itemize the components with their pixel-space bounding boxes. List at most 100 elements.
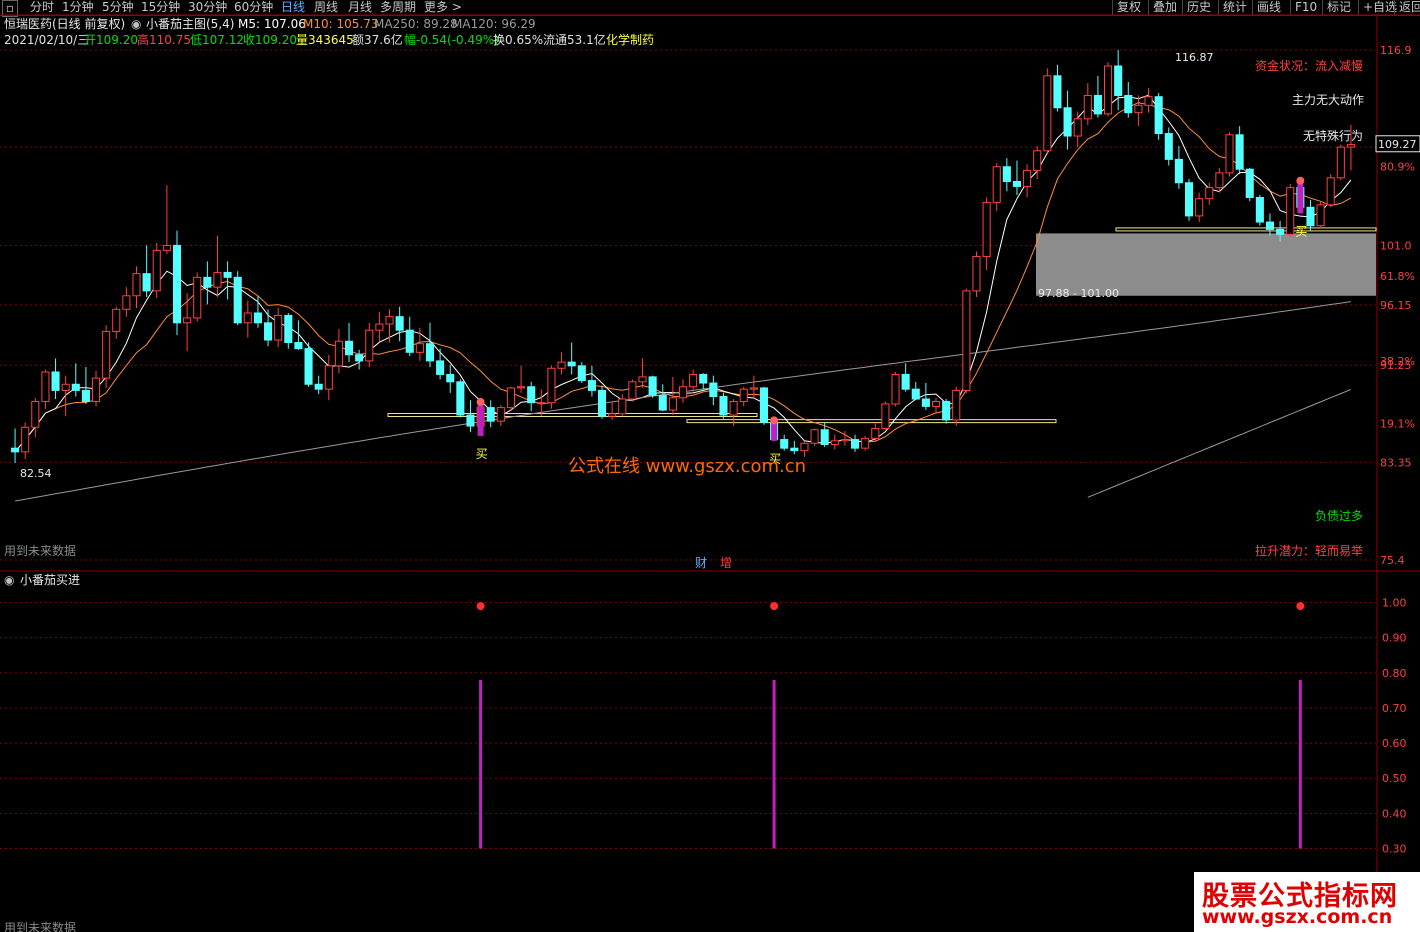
candle-body xyxy=(142,273,151,292)
candle-body xyxy=(1316,204,1325,227)
candle-body xyxy=(456,381,465,416)
candle-body xyxy=(243,312,252,324)
candle-body xyxy=(91,377,101,402)
candle-body xyxy=(881,403,890,430)
candle-body xyxy=(1154,96,1163,135)
candle-body xyxy=(1104,65,1113,115)
candle-body xyxy=(1012,180,1022,187)
sub-panel-title: 小番茄买进 xyxy=(20,573,81,587)
pct-label: 38.2% xyxy=(1380,355,1415,368)
candle-body xyxy=(790,447,799,452)
y-tick-label: 75.4 xyxy=(1380,554,1405,567)
candle-body xyxy=(1002,166,1011,182)
low-price-label: 82.54 xyxy=(20,467,52,480)
candle-body xyxy=(668,397,677,411)
candle-body xyxy=(780,439,789,449)
candle-body xyxy=(274,314,283,341)
candle-body xyxy=(102,330,111,379)
candle-body xyxy=(527,386,536,404)
support-line xyxy=(1115,227,1377,232)
candle-body xyxy=(1053,75,1062,109)
candle-body xyxy=(851,439,860,449)
candle-body xyxy=(41,371,50,402)
candle-body xyxy=(699,373,708,384)
buy-signal-flower xyxy=(476,397,485,406)
candle-body xyxy=(517,386,526,389)
candle-body xyxy=(385,316,394,325)
candle-body xyxy=(1336,146,1345,179)
sub-y-tick-label: 0.60 xyxy=(1382,737,1407,750)
kline-chart[interactable]: 116.9109.0101.096.1591.2583.3575.480.9%6… xyxy=(0,0,1420,932)
candle-body xyxy=(820,429,829,445)
candle-body xyxy=(962,290,971,391)
candle-body xyxy=(729,400,738,416)
candle-body xyxy=(658,394,667,411)
candle-body xyxy=(557,361,566,369)
ma250-line xyxy=(1087,388,1352,498)
candle-body xyxy=(203,276,212,288)
candle-body xyxy=(1326,177,1335,206)
buy-label: 买 xyxy=(476,447,488,461)
candle-body xyxy=(597,389,607,417)
candle-body xyxy=(253,312,262,324)
pct-label: 19.1% xyxy=(1380,418,1415,431)
candle-body xyxy=(982,201,991,257)
candle-body xyxy=(749,387,758,390)
logo-url: www.gszx.com.cn xyxy=(1202,906,1393,928)
sub-signal-icon xyxy=(770,602,779,611)
buy-signal-flower xyxy=(1296,176,1305,185)
candle-body xyxy=(172,244,182,324)
candle-body xyxy=(800,442,809,452)
candle-body xyxy=(1124,94,1133,114)
sub-signal-icon xyxy=(476,602,485,611)
candle-body xyxy=(112,308,121,332)
pct-label: 80.9% xyxy=(1380,161,1415,174)
candle-body xyxy=(1225,134,1234,174)
candle-body xyxy=(537,402,546,405)
candle-body xyxy=(921,398,930,407)
candle-body xyxy=(395,316,404,331)
candle-body xyxy=(1174,158,1183,184)
zeng-marker: 增 xyxy=(720,556,732,570)
candle-body xyxy=(446,373,455,383)
candle-body xyxy=(1063,107,1072,137)
capital-status: 资金状况：流入减慢 xyxy=(1255,58,1363,73)
sub-collapse-icon[interactable]: ◉ xyxy=(4,572,14,588)
future-data-note-sub: 用到未来数据 xyxy=(4,920,76,932)
behavior-status: 无特殊行为 xyxy=(1303,128,1363,143)
cai-marker: 财 xyxy=(695,556,707,570)
y-tick-label: 116.9 xyxy=(1380,44,1412,57)
candle-body xyxy=(365,329,374,362)
main-force-status: 主力无大动作 xyxy=(1292,93,1364,107)
candle-body xyxy=(1043,75,1052,152)
candle-body xyxy=(577,365,586,382)
candle-body xyxy=(952,389,961,421)
candle-body xyxy=(183,317,192,324)
candle-body xyxy=(1134,104,1143,114)
candle-body xyxy=(810,429,819,444)
candle-body xyxy=(587,380,596,391)
candle-body xyxy=(314,383,323,390)
candle-body xyxy=(1306,206,1315,227)
candle-body xyxy=(233,276,242,324)
candle-body xyxy=(1255,196,1264,223)
candle-body xyxy=(1164,133,1173,160)
candle-body xyxy=(840,439,849,442)
price-tag: 109.27 xyxy=(1378,138,1417,151)
candle-body xyxy=(1144,96,1153,106)
buy-signal-bar xyxy=(771,422,778,441)
candle-body xyxy=(830,440,839,445)
candle-body xyxy=(739,388,748,402)
candle-body xyxy=(547,367,556,404)
potential-status: 拉升潜力：轻而易举 xyxy=(1255,543,1363,558)
candle-body xyxy=(375,323,384,331)
candle-body xyxy=(324,365,333,390)
candle-body xyxy=(51,371,60,391)
candle-body xyxy=(264,322,273,341)
sub-y-tick-label: 0.30 xyxy=(1382,842,1407,855)
candle-body xyxy=(162,244,171,251)
sub-y-tick-label: 1.00 xyxy=(1382,597,1407,610)
candle-body xyxy=(861,437,870,449)
candle-body xyxy=(466,414,475,427)
candle-body xyxy=(132,273,141,297)
